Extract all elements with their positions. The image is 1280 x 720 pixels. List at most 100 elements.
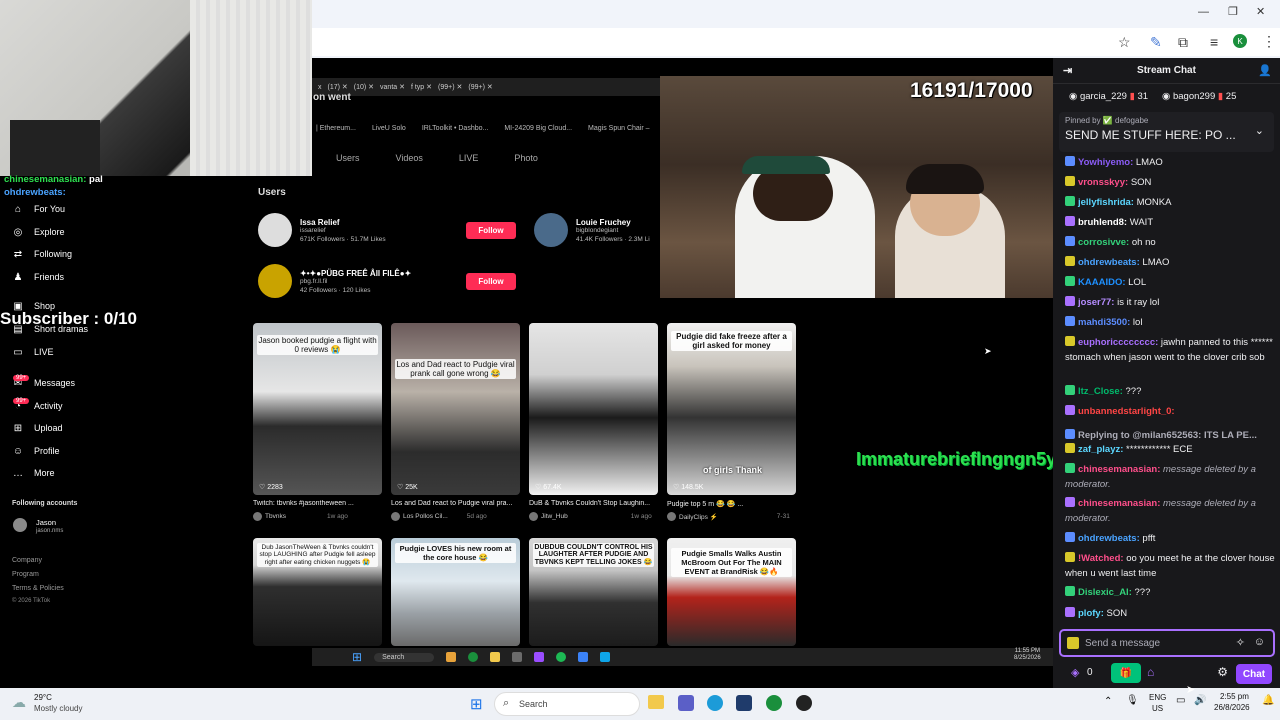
sidebar-item-upload[interactable]: ⊞ Upload [12,422,63,434]
video-author[interactable]: Los Pollos Cil... 5d ago [391,512,487,521]
chat-input[interactable]: Send a message ✧ ☺ [1059,629,1275,657]
extensions-puzzle-icon[interactable]: ⧉ [1178,34,1188,51]
folder-icon[interactable] [490,652,501,662]
video-author[interactable]: DailyClips ⚡ 7-31 [667,512,790,521]
chat-username[interactable]: Yowhiyemo: [1078,157,1133,168]
app-icon[interactable] [578,652,589,662]
minimize-icon[interactable]: — [1198,6,1209,18]
video-author[interactable]: Tbvnks 1w ago [253,512,348,521]
edge-icon[interactable] [707,695,723,711]
tab-users[interactable]: Users [336,153,360,163]
badge-icon[interactable] [1067,637,1079,649]
store-icon[interactable] [736,695,752,711]
inner-tab[interactable]: f typ ✕ [411,83,432,91]
inner-tab[interactable]: (17) ✕ [328,83,348,91]
notification-bell-icon[interactable]: 🔔 [1262,695,1274,706]
pinned-message[interactable]: Pinned by ✅ defogabe SEND ME STUFF HERE:… [1059,112,1274,152]
inner-search-box[interactable]: Search [374,652,435,662]
sidebar-item-explore[interactable]: ◎ Explore [12,226,65,238]
chat-username[interactable]: bruhlend8: [1078,217,1127,228]
avatar[interactable] [13,518,27,532]
bits-icon[interactable]: ✧ [1236,636,1245,649]
chat-username[interactable]: euphoricccccccc: [1078,337,1158,348]
channel-points-icon[interactable]: ◈ [1071,666,1079,679]
video-card[interactable]: Pudgie Smalls Walks Austin McBroom Out F… [667,538,796,646]
chevron-down-icon[interactable]: ⌄ [1255,124,1264,137]
follow-button[interactable]: Follow [466,222,516,239]
app-icon[interactable] [534,652,545,662]
video-card[interactable]: Los and Dad react to Pudgie viral prank … [391,323,520,495]
sidebar-item-following[interactable]: ⇄ Following [12,248,72,260]
chat-username[interactable]: unbannedstarlight_0: [1078,406,1175,417]
chat-username[interactable]: Replying to @milan652563: ITS LA PE... [1078,430,1257,441]
video-card[interactable]: Pudgie LOVES his new room at the core ho… [391,538,520,646]
restore-icon[interactable]: ❐ [1228,5,1238,18]
chat-username[interactable]: vronsskyy: [1078,177,1128,188]
sidebar-item-more[interactable]: … More [12,467,55,479]
gifter[interactable]: ◉ bagon299 ▮ 25 [1162,91,1236,102]
bookmark[interactable]: MI-24209 Big Cloud... [504,125,572,132]
app-icon[interactable] [446,652,457,662]
chat-username[interactable]: Itz_Close: [1078,386,1123,397]
chat-username[interactable]: plofy: [1078,608,1104,619]
chat-send-button[interactable]: Chat [1236,664,1272,684]
bookmark[interactable]: IRLToolkit • Dashbo... [422,125,489,132]
inner-tab[interactable]: (99+) ✕ [438,83,462,91]
sidebar-item-for-you[interactable]: ⌂ For You [12,203,65,215]
bookmark[interactable]: | Ethereum... [316,125,356,132]
taskbar-search[interactable]: ⌕ Search [494,692,640,716]
users-icon[interactable]: 👤 [1258,64,1272,77]
bookmark-star-icon[interactable]: ☆ [1118,34,1131,51]
video-title[interactable]: Los and Dad react to Pudgie viral pra... [391,500,519,507]
app-icon[interactable] [512,652,523,662]
video-title[interactable]: Twitch: tbvnks #jasontheween ... [253,500,381,507]
video-title[interactable]: Pudgie top 5 m 😂 😂 ... [667,500,795,508]
tab-videos[interactable]: Videos [396,153,423,163]
teams-icon[interactable] [678,695,694,711]
user-result[interactable]: ✦•✦●PÜBG FREÊ Åll FILÊ●✦ pbg.fr.ll.fil 4… [258,264,411,298]
clock-time[interactable]: 2:55 pm [1220,692,1249,701]
bookmark[interactable]: Magis Spun Chair – [588,125,649,132]
chat-username[interactable]: chinesemanasian: [1078,498,1160,509]
inner-tab[interactable]: vanta ✕ [380,83,405,91]
video-title[interactable]: DuB & Tbvnks Couldn't Stop Laughin... [529,500,657,507]
video-card[interactable]: Jason booked pudgie a flight with 0 revi… [253,323,382,495]
collapse-icon[interactable]: ⇥ [1063,64,1072,77]
bag-icon[interactable]: ⌂ [1147,665,1154,679]
sidebar-item-live[interactable]: ▭ LIVE [12,346,53,358]
following-account-name[interactable]: Jason [36,518,56,527]
follow-button[interactable]: Follow [466,273,516,290]
video-card[interactable]: DUBDUB COULDN'T CONTROL HIS LAUGHTER AFT… [529,538,658,646]
kebab-menu-icon[interactable]: ⋮ [1262,33,1276,50]
gift-icon[interactable]: 🎁 [1111,663,1141,683]
user-result[interactable]: Louie Fruchey bigblondegiant 41.4K Follo… [534,213,650,247]
footer-link[interactable]: Company [12,557,42,564]
chrome-icon[interactable] [468,652,479,662]
user-result[interactable]: Issa Relief issarelief 671K Followers · … [258,213,386,247]
sidebar-item-friends[interactable]: ♟ Friends [12,271,65,283]
chat-username[interactable]: Dislexic_Al: [1078,587,1132,598]
inner-tab[interactable]: x [318,84,322,91]
sidebar-item-profile[interactable]: ☺ Profile [12,445,60,457]
address-bar[interactable]: ☆ ✎ ⧉ ≡ K ⋮ [312,28,1280,56]
inner-tab[interactable]: (99+) ✕ [468,83,492,91]
chat-username[interactable]: !Watched: [1078,553,1124,564]
media-icon[interactable]: ≡ [1210,34,1218,50]
chevron-up-icon[interactable]: ⌃ [1104,696,1112,707]
weather-icon[interactable]: ☁ [12,694,26,711]
chat-username[interactable]: ohdrewbeats: [1078,257,1140,268]
app-icon[interactable] [600,652,611,662]
tab-live[interactable]: LIVE [459,153,479,163]
windows-icon[interactable]: ⊞ [352,650,362,664]
footer-link[interactable]: Program [12,571,39,578]
spotify-icon[interactable] [556,652,567,662]
chat-username[interactable]: zaf_playz: [1078,444,1123,455]
gifter[interactable]: ◉ garcia_229 ▮ 31 [1069,91,1148,102]
volume-icon[interactable]: 🔊 [1194,695,1206,706]
bookmark[interactable]: LiveU Solo [372,125,406,132]
inner-tab[interactable]: (10) ✕ [354,83,374,91]
extension-pen-icon[interactable]: ✎ [1150,34,1162,51]
emote-icon[interactable]: ☺ [1254,636,1265,648]
chat-username[interactable]: KAAAIDO: [1078,277,1126,288]
chrome-icon[interactable] [766,695,782,711]
